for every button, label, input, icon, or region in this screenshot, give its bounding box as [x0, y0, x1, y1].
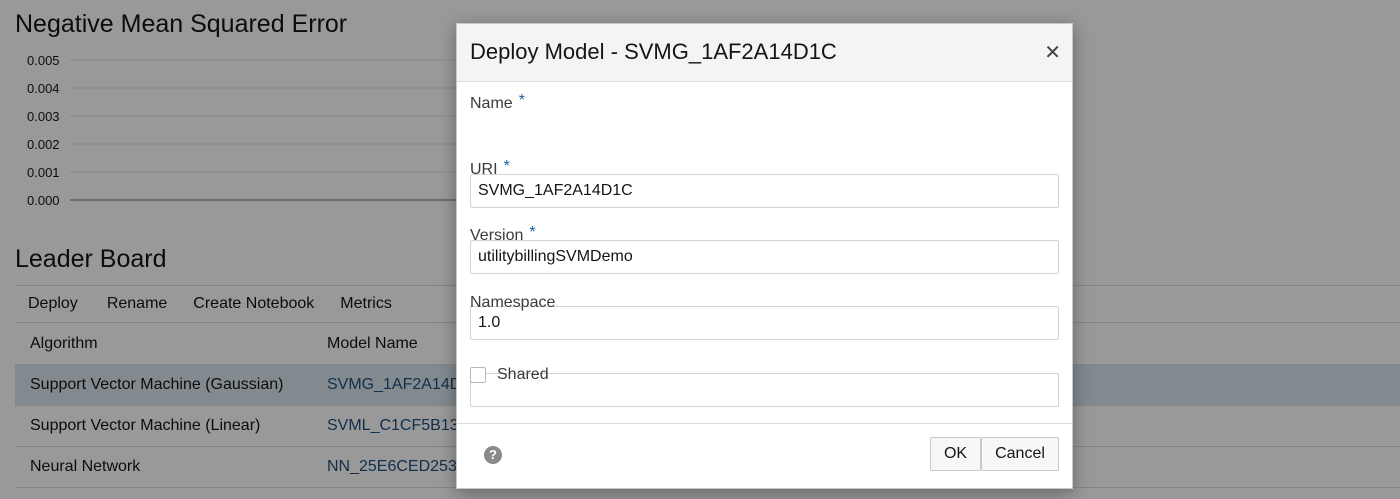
name-label-text: Name — [470, 95, 513, 112]
help-icon[interactable]: ? — [484, 446, 502, 464]
dialog-header: Deploy Model - SVMG_1AF2A14D1C ✕ — [457, 24, 1072, 82]
dialog-body: Name * URI * Version * Namespace Shared — [457, 82, 1072, 424]
namespace-field[interactable] — [470, 373, 1059, 407]
dialog-title: Deploy Model - SVMG_1AF2A14D1C — [470, 39, 837, 64]
version-field[interactable] — [470, 306, 1059, 340]
uri-label-text: URI — [470, 161, 498, 178]
deploy-model-dialog: Deploy Model - SVMG_1AF2A14D1C ✕ Name * U… — [456, 23, 1073, 489]
required-marker: * — [529, 224, 536, 241]
required-marker: * — [503, 158, 510, 175]
dialog-footer: ? OK Cancel — [457, 424, 1072, 490]
version-label: Version * — [470, 224, 536, 245]
shared-label[interactable]: Shared — [497, 366, 549, 384]
name-label: Name * — [470, 92, 525, 113]
cancel-button[interactable]: Cancel — [981, 437, 1059, 471]
close-icon[interactable]: ✕ — [1044, 43, 1061, 63]
version-label-text: Version — [470, 227, 524, 244]
page: Negative Mean Squared Error 0.005 0.004 0.… — [0, 0, 1400, 499]
uri-field[interactable] — [470, 240, 1059, 274]
uri-label: URI * — [470, 158, 510, 179]
namespace-label: Namespace — [470, 294, 556, 311]
name-field[interactable] — [470, 174, 1059, 208]
ok-button[interactable]: OK — [930, 437, 981, 471]
shared-checkbox-row[interactable]: Shared — [470, 366, 549, 384]
shared-checkbox[interactable] — [470, 367, 486, 383]
required-marker: * — [518, 92, 525, 109]
